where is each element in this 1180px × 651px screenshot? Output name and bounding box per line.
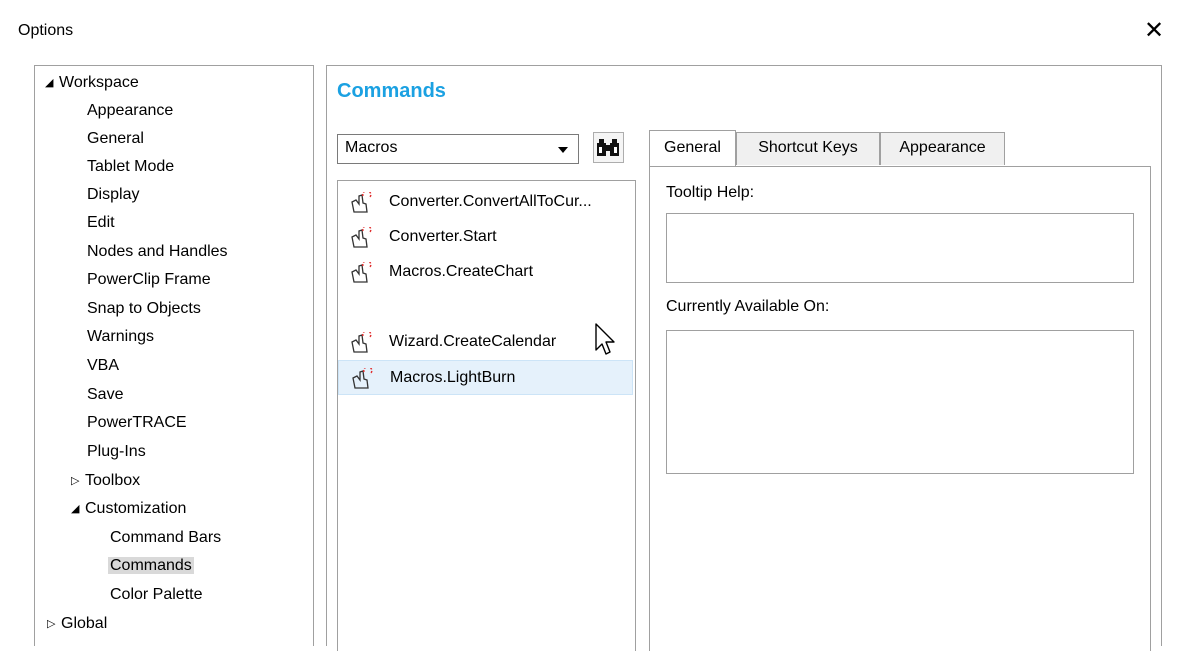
category-select[interactable]: Macros xyxy=(337,134,579,164)
expanded-triangle-icon[interactable]: ◢ xyxy=(71,496,85,522)
tree-item-edit[interactable]: Edit xyxy=(87,210,115,236)
tooltip-help-field[interactable] xyxy=(666,213,1134,283)
tooltip-help-label: Tooltip Help: xyxy=(666,184,755,201)
tree-item-appearance[interactable]: Appearance xyxy=(87,98,173,124)
tree-item-tablet-mode[interactable]: Tablet Mode xyxy=(87,154,174,180)
tree-item-commands[interactable]: Commands xyxy=(108,553,194,579)
tree-item-toolbox[interactable]: ▷ Toolbox xyxy=(71,468,140,494)
tree-item-powertrace[interactable]: PowerTRACE xyxy=(87,410,187,436)
tree-item-customization[interactable]: ◢ Customization xyxy=(71,496,186,522)
close-button[interactable]: ✕ xyxy=(1140,16,1168,46)
tree-item-nodes-and-handles[interactable]: Nodes and Handles xyxy=(87,239,228,265)
commands-panel: Commands Macros Converter.ConvertAllToCu… xyxy=(326,65,1162,651)
tree-item-plug-ins[interactable]: Plug-Ins xyxy=(87,439,146,465)
tree-item-vba[interactable]: VBA xyxy=(87,353,119,379)
tab-appearance[interactable]: Appearance xyxy=(880,132,1005,165)
collapsed-triangle-icon[interactable]: ▷ xyxy=(71,468,85,494)
tab-page-general: Tooltip Help: Currently Available On: xyxy=(649,166,1151,651)
dialog-title: Options xyxy=(18,22,74,39)
tree-item-snap-to-objects[interactable]: Snap to Objects xyxy=(87,296,201,322)
collapsed-triangle-icon[interactable]: ▷ xyxy=(47,611,61,637)
tree-item-general[interactable]: General xyxy=(87,126,144,152)
tree-item-warnings[interactable]: Warnings xyxy=(87,324,154,350)
list-item-highlighted[interactable]: Macros.LightBurn xyxy=(338,360,633,395)
tree-item-command-bars[interactable]: Command Bars xyxy=(110,525,221,551)
tab-general[interactable]: General xyxy=(649,130,736,167)
binoculars-icon xyxy=(597,139,619,156)
macro-icon xyxy=(351,227,372,248)
tree-item-workspace[interactable]: ◢ Workspace xyxy=(45,70,139,96)
list-item[interactable]: Macros.CreateChart xyxy=(338,255,633,290)
macro-icon xyxy=(351,262,372,283)
currently-available-label: Currently Available On: xyxy=(666,298,830,315)
tree-item-color-palette[interactable]: Color Palette xyxy=(110,582,203,608)
list-item[interactable]: Converter.ConvertAllToCur... xyxy=(338,185,633,220)
macro-icon xyxy=(351,332,372,353)
tree-item-global[interactable]: ▷ Global xyxy=(47,611,107,637)
find-button[interactable] xyxy=(593,132,624,163)
macro-icon xyxy=(351,192,372,213)
expanded-triangle-icon[interactable]: ◢ xyxy=(45,70,59,96)
list-item[interactable]: Wizard.CreateCalendar xyxy=(338,325,633,360)
macro-icon xyxy=(352,368,373,389)
tree-item-save[interactable]: Save xyxy=(87,382,123,408)
mouse-cursor-icon xyxy=(595,323,615,355)
tree-item-powerclip-frame[interactable]: PowerClip Frame xyxy=(87,267,211,293)
currently-available-list[interactable] xyxy=(666,330,1134,474)
commands-list[interactable]: Converter.ConvertAllToCur... Converter.S… xyxy=(337,180,636,651)
chevron-down-icon[interactable] xyxy=(558,147,568,153)
tab-shortcut-keys[interactable]: Shortcut Keys xyxy=(736,132,880,165)
page-title: Commands xyxy=(337,80,446,102)
options-tree[interactable]: ◢ Workspace Appearance General Tablet Mod… xyxy=(34,65,314,646)
list-item[interactable]: Converter.Start xyxy=(338,220,633,255)
tree-item-display[interactable]: Display xyxy=(87,182,139,208)
